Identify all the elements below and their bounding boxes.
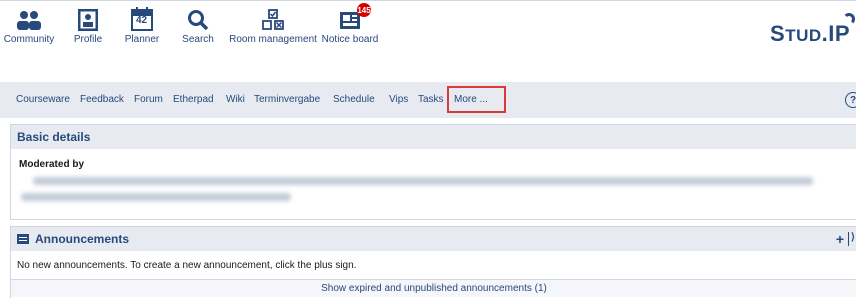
nav-notice-board-label: Notice board — [321, 34, 379, 45]
community-icon — [16, 5, 42, 31]
room-management-icon — [261, 5, 285, 31]
nav-room-management-label: Room management — [229, 34, 317, 45]
studip-logo[interactable]: STUD.IP — [770, 21, 850, 47]
nav-profile-label: Profile — [73, 34, 103, 45]
tab-etherpad[interactable]: Etherpad — [173, 94, 214, 105]
nav-planner[interactable]: 42 Planner — [124, 5, 160, 45]
profile-icon — [78, 5, 98, 31]
notice-board-icon: 145 — [339, 3, 371, 31]
nav-search-label: Search — [182, 34, 214, 45]
moderators-list-redacted — [33, 177, 813, 185]
show-expired-announcements-link[interactable]: Show expired and unpublished announcemen… — [11, 279, 856, 297]
planner-icon: 42 — [131, 5, 153, 31]
rss-feed-icon[interactable]: ⟩ — [848, 232, 856, 246]
tab-terminvergabe[interactable]: Terminvergabe — [254, 94, 320, 105]
tab-wiki[interactable]: Wiki — [226, 94, 245, 105]
tab-vips[interactable]: Vips — [389, 94, 408, 105]
course-subnavigation: Courseware Feedback Forum Etherpad Wiki … — [0, 82, 856, 118]
nav-community-label: Community — [3, 34, 55, 45]
nav-community[interactable]: Community — [0, 5, 58, 45]
nav-notice-board[interactable]: 145 Notice board — [320, 3, 380, 45]
add-announcement-button[interactable]: + — [836, 231, 844, 247]
nav-planner-label: Planner — [124, 34, 160, 45]
basic-details-title: Basic details — [11, 125, 856, 149]
nav-profile[interactable]: Profile — [72, 5, 104, 45]
announcements-header: Announcements + ⟩ — [11, 227, 856, 251]
more-highlight-box — [447, 86, 506, 113]
tab-feedback[interactable]: Feedback — [80, 94, 124, 105]
moderators-list-redacted-2 — [21, 193, 291, 201]
planner-icon-number: 42 — [136, 15, 148, 26]
top-navigation: Community Profile 42 Planner Search Room… — [0, 0, 856, 56]
tab-forum[interactable]: Forum — [134, 94, 163, 105]
nav-search[interactable]: Search — [178, 5, 218, 45]
help-icon[interactable]: ? — [845, 92, 856, 108]
tab-schedule[interactable]: Schedule — [333, 94, 375, 105]
announcements-panel: Announcements + ⟩ No new announcements. … — [10, 226, 856, 299]
no-announcements-text: No new announcements. To create a new an… — [17, 260, 357, 271]
announcements-title: Announcements — [35, 232, 130, 246]
tab-tasks[interactable]: Tasks — [418, 94, 444, 105]
announcements-icon — [17, 234, 29, 244]
notice-board-badge: 145 — [357, 3, 371, 17]
search-icon — [187, 5, 209, 31]
logo-signal-icon — [843, 13, 855, 25]
nav-room-management[interactable]: Room management — [229, 5, 317, 45]
tab-courseware[interactable]: Courseware — [16, 94, 70, 105]
basic-details-panel: Basic details Moderated by — [10, 124, 856, 220]
moderated-by-label: Moderated by — [19, 159, 85, 170]
